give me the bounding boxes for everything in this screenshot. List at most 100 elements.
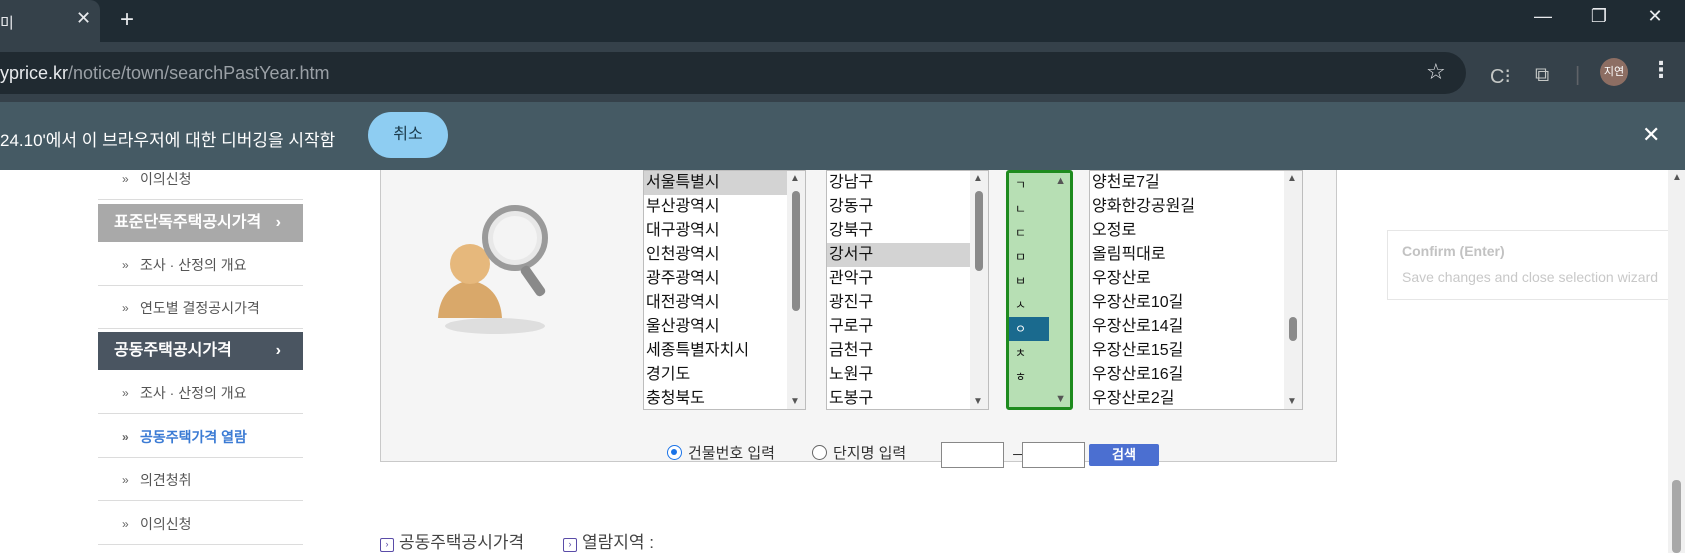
search-button[interactable]: 검색 xyxy=(1089,444,1159,466)
scroll-down-arrow-icon[interactable]: ▼ xyxy=(790,396,800,407)
sidebar-item-survey-overview[interactable]: » 조사 · 산정의 개요 xyxy=(98,244,303,286)
list-item[interactable]: ㅅ xyxy=(1009,293,1049,317)
radio-building-option[interactable]: 건물번호 입력 xyxy=(667,442,775,463)
extension-c-icon[interactable]: C⁝ xyxy=(1490,64,1511,89)
scroll-up-arrow-icon[interactable]: ▲ xyxy=(790,173,800,184)
chosung-listbox[interactable]: ㄱ ㄴ ㄷ ㅁ ㅂ ㅅ ㅇ ㅊ ㅎ ▲ ▼ xyxy=(1006,170,1073,410)
list-item[interactable]: 우장산로10길 xyxy=(1090,291,1302,315)
scroll-down-arrow-icon[interactable]: ▼ xyxy=(973,396,983,407)
scroll-thumb[interactable] xyxy=(1289,317,1297,341)
list-item[interactable]: 강동구 xyxy=(827,195,988,219)
list-item[interactable]: 광주광역시 xyxy=(644,267,805,291)
person-magnifier-illustration xyxy=(438,205,548,334)
list-item[interactable]: ㅊ xyxy=(1009,341,1049,365)
building-number-sub-input[interactable] xyxy=(1022,442,1085,468)
sidebar-head-standard-house[interactable]: 표준단독주택공시가격 › xyxy=(98,204,303,242)
tab-close-icon[interactable]: ✕ xyxy=(76,8,91,29)
sido-listbox[interactable]: 서울특별시 부산광역시 대구광역시 인천광역시 광주광역시 대전광역시 울산광역… xyxy=(643,170,806,410)
sidebar-item-label: 이의신청 xyxy=(140,516,192,532)
browser-tab[interactable]: 미 ✕ xyxy=(0,0,100,42)
radio-building[interactable] xyxy=(667,445,682,460)
list-item[interactable]: 충청북도 xyxy=(644,387,805,409)
sidebar-item-objection[interactable]: » 이의신청 xyxy=(98,503,303,545)
list-item[interactable]: 서울특별시 xyxy=(644,171,805,195)
sidebar-item-yearly-prices[interactable]: » 연도별 결정공시가격 xyxy=(98,287,303,329)
scroll-thumb[interactable] xyxy=(792,191,800,311)
radio-complex[interactable] xyxy=(812,445,827,460)
scroll-down-arrow-icon[interactable]: ▼ xyxy=(1055,393,1066,405)
list-item[interactable]: 양천로7길 xyxy=(1090,171,1302,195)
list-item[interactable]: 부산광역시 xyxy=(644,195,805,219)
list-item[interactable]: 노원구 xyxy=(827,363,988,387)
scroll-down-arrow-icon[interactable]: ▼ xyxy=(1287,396,1297,407)
list-item[interactable]: 우장산로2길 xyxy=(1090,387,1302,409)
url-text[interactable]: yprice.kr/notice/town/searchPastYear.htm xyxy=(0,63,330,84)
gu-scrollbar[interactable]: ▲ ▼ xyxy=(970,171,988,409)
list-item[interactable]: ㄷ xyxy=(1009,221,1049,245)
sidebar-item-objection-top[interactable]: » 이의신청 xyxy=(98,170,303,200)
link-apartment-price[interactable]: › 공동주택공시가격 xyxy=(380,528,524,553)
page-scrollbar[interactable]: ▲ xyxy=(1668,170,1685,553)
list-item[interactable]: 대전광역시 xyxy=(644,291,805,315)
list-item[interactable]: 구로구 xyxy=(827,315,988,339)
minimize-button[interactable]: — xyxy=(1528,6,1558,27)
link-view-region[interactable]: › 열람지역 : xyxy=(563,528,654,553)
list-item[interactable]: ㄱ xyxy=(1009,173,1049,197)
scroll-up-arrow-icon[interactable]: ▲ xyxy=(1055,175,1066,187)
confirm-popup[interactable]: Confirm (Enter) Save changes and close s… xyxy=(1387,230,1685,300)
scroll-up-arrow-icon[interactable]: ▲ xyxy=(1287,173,1297,184)
infobar-close-icon[interactable]: ✕ xyxy=(1642,122,1660,148)
list-item[interactable]: ㅁ xyxy=(1009,245,1049,269)
list-item[interactable]: 대구광역시 xyxy=(644,219,805,243)
toolbar-divider: | xyxy=(1575,64,1581,86)
sidebar-item-opinion[interactable]: » 의견청취 xyxy=(98,459,303,501)
menu-dots-icon[interactable]: ⋮ xyxy=(1650,57,1672,83)
list-item[interactable]: ㅇ xyxy=(1009,317,1049,341)
page-scroll-thumb[interactable] xyxy=(1672,480,1681,553)
list-item[interactable]: 우장산로15길 xyxy=(1090,339,1302,363)
list-item[interactable]: 도봉구 xyxy=(827,387,988,409)
road-scrollbar[interactable]: ▲ ▼ xyxy=(1284,171,1302,409)
building-number-main-input[interactable] xyxy=(941,442,1004,468)
sidebar-item-apartment-view[interactable]: » 공동주택가격 열람 xyxy=(98,416,303,458)
sidebar-head-label: 공동주택공시가격 xyxy=(114,342,232,359)
list-item[interactable]: 우장산로 xyxy=(1090,267,1302,291)
address-bar[interactable]: yprice.kr/notice/town/searchPastYear.htm… xyxy=(0,52,1466,94)
list-item[interactable]: 금천구 xyxy=(827,339,988,363)
scroll-thumb[interactable] xyxy=(975,191,983,271)
sidebar-item-survey-overview-2[interactable]: » 조사 · 산정의 개요 xyxy=(98,372,303,414)
list-item[interactable]: 인천광역시 xyxy=(644,243,805,267)
close-window-button[interactable]: ✕ xyxy=(1640,6,1670,27)
bullet-arrow-icon: » xyxy=(122,473,129,487)
list-item[interactable]: 양화한강공원길 xyxy=(1090,195,1302,219)
list-item[interactable]: 우장산로14길 xyxy=(1090,315,1302,339)
list-item[interactable]: 울산광역시 xyxy=(644,315,805,339)
bookmark-star-icon[interactable]: ☆ xyxy=(1426,59,1446,85)
maximize-button[interactable]: ❐ xyxy=(1584,6,1614,27)
cancel-debug-button[interactable]: 취소 xyxy=(368,112,448,158)
list-item[interactable]: 강남구 xyxy=(827,171,988,195)
list-item[interactable]: 우장산로16길 xyxy=(1090,363,1302,387)
list-item[interactable]: ㅂ xyxy=(1009,269,1049,293)
new-tab-button[interactable]: + xyxy=(120,6,134,34)
scroll-up-arrow-icon[interactable]: ▲ xyxy=(973,173,983,184)
sidebar-head-apartment[interactable]: 공동주택공시가격 › xyxy=(98,332,303,370)
gu-listbox[interactable]: 강남구 강동구 강북구 강서구 관악구 광진구 구로구 금천구 노원구 도봉구 … xyxy=(826,170,989,410)
list-item[interactable]: 오정로 xyxy=(1090,219,1302,243)
list-item[interactable]: 강서구 xyxy=(827,243,988,267)
sido-scrollbar[interactable]: ▲ ▼ xyxy=(787,171,805,409)
list-item[interactable]: ㄴ xyxy=(1009,197,1049,221)
url-host: yprice.kr xyxy=(0,63,69,83)
list-item[interactable]: 세종특별자치시 xyxy=(644,339,805,363)
extensions-puzzle-icon[interactable]: ⧉ xyxy=(1535,64,1549,87)
list-item[interactable]: 올림픽대로 xyxy=(1090,243,1302,267)
list-item[interactable]: 경기도 xyxy=(644,363,805,387)
radio-complex-option[interactable]: 단지명 입력 xyxy=(812,442,906,463)
list-item[interactable]: ㅎ xyxy=(1009,365,1049,389)
profile-avatar[interactable]: 지연 xyxy=(1600,58,1628,86)
list-item[interactable]: 강북구 xyxy=(827,219,988,243)
road-listbox[interactable]: 양천로7길 양화한강공원길 오정로 올림픽대로 우장산로 우장산로10길 우장산… xyxy=(1089,170,1303,410)
list-item[interactable]: 관악구 xyxy=(827,267,988,291)
list-item[interactable]: 광진구 xyxy=(827,291,988,315)
scroll-up-arrow-icon[interactable]: ▲ xyxy=(1672,172,1682,183)
